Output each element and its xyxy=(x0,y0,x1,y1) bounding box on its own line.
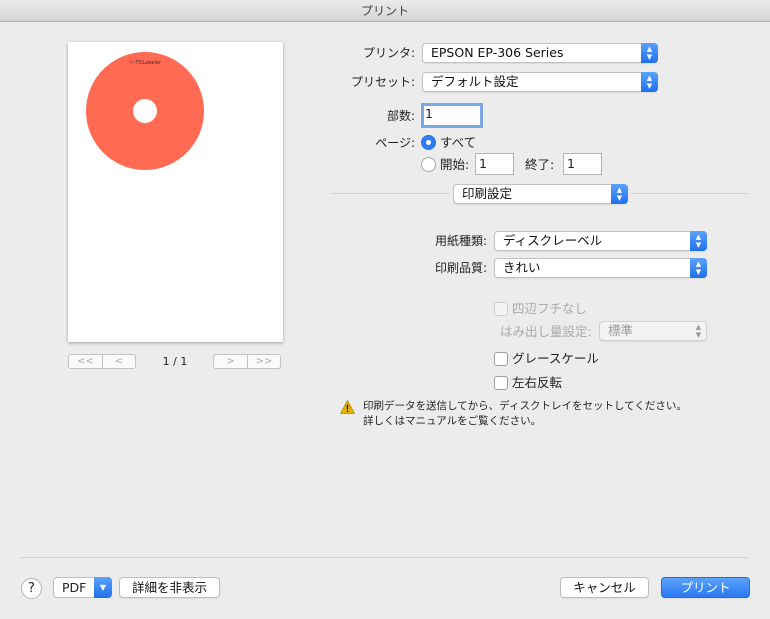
pages-label: ページ: xyxy=(375,136,415,150)
print-button[interactable]: プリント xyxy=(661,577,750,598)
expansion-value: 標準 xyxy=(608,323,634,338)
popup-arrows-icon: ▲ ▼ xyxy=(690,258,707,278)
print-quality-popup[interactable]: きれい ▲ ▼ xyxy=(494,258,707,278)
disc-label-text: ⓔ-TOLabeler xyxy=(129,60,161,66)
pages-to-field[interactable]: 1 xyxy=(563,153,602,175)
mirror-checkbox[interactable] xyxy=(494,376,508,390)
pdf-menu-button[interactable]: PDF ▼ xyxy=(53,577,112,598)
preset-value: デフォルト設定 xyxy=(431,74,519,89)
borderless-checkbox[interactable] xyxy=(494,302,508,316)
copies-field[interactable]: 1 xyxy=(421,103,483,128)
expansion-popup[interactable]: 標準 ▲ ▼ xyxy=(599,321,707,341)
copies-label: 部数: xyxy=(386,109,415,123)
borderless-label: 四辺フチなし xyxy=(512,301,588,316)
warning-line-1: 印刷データを送信してから、ディスクトレイをセットしてください。 xyxy=(363,400,687,412)
print-quality-label: 印刷品質: xyxy=(434,261,487,275)
hide-details-button[interactable]: 詳細を非表示 xyxy=(119,577,220,598)
media-type-popup[interactable]: ディスクレーベル ▲ ▼ xyxy=(494,231,707,251)
media-type-value: ディスクレーベル xyxy=(503,233,603,248)
section-separator-left xyxy=(330,193,450,194)
preset-popup[interactable]: デフォルト設定 ▲ ▼ xyxy=(422,72,658,92)
popup-arrows-icon: ▲ ▼ xyxy=(611,184,628,204)
printer-label: プリンタ: xyxy=(362,46,415,60)
page-indicator: 1 / 1 xyxy=(162,355,188,368)
first-page-button[interactable]: << xyxy=(69,355,102,368)
expansion-label: はみ出し量設定: xyxy=(500,324,592,339)
pages-from-label: 開始: xyxy=(440,157,470,172)
preview-nav-forward: > >> xyxy=(213,354,281,369)
disc-hole xyxy=(133,99,157,123)
preset-label: プリセット: xyxy=(350,75,415,89)
mirror-label: 左右反転 xyxy=(512,375,563,390)
next-page-button[interactable]: > xyxy=(214,355,247,368)
grayscale-checkbox[interactable] xyxy=(494,352,508,366)
warning-line-2: 詳しくはマニュアルをご覧ください。 xyxy=(363,415,542,427)
popup-arrows-icon: ▲ ▼ xyxy=(690,231,707,251)
cancel-button[interactable]: キャンセル xyxy=(560,577,649,598)
media-type-label: 用紙種類: xyxy=(434,234,487,248)
print-quality-value: きれい xyxy=(503,260,541,275)
popup-arrows-icon: ▲ ▼ xyxy=(641,43,658,63)
section-separator-right xyxy=(630,193,749,194)
popup-arrows-icon: ▲ ▼ xyxy=(641,72,658,92)
pages-all-radio[interactable] xyxy=(421,135,436,150)
preview-nav-back: << < xyxy=(68,354,136,369)
last-page-button[interactable]: >> xyxy=(247,355,280,368)
pages-to-label: 終了: xyxy=(525,157,555,172)
grayscale-label: グレースケール xyxy=(512,351,599,366)
pages-from-field[interactable]: 1 xyxy=(475,153,514,175)
printer-popup[interactable]: EPSON EP-306 Series ▲ ▼ xyxy=(422,43,658,63)
disc-label-preview: ⓔ-TOLabeler xyxy=(86,52,204,170)
chevron-down-icon: ▼ xyxy=(94,577,112,598)
section-value: 印刷設定 xyxy=(462,186,513,201)
warning-message: 印刷データを送信してから、ディスクトレイをセットしてください。 詳しくはマニュア… xyxy=(363,399,687,429)
pages-range-radio[interactable] xyxy=(421,157,436,172)
previous-page-button[interactable]: < xyxy=(102,355,135,368)
pdf-label: PDF xyxy=(62,580,87,595)
pages-all-label: すべて xyxy=(440,135,477,150)
print-preview-page: ⓔ-TOLabeler xyxy=(68,42,283,342)
popup-arrows-icon: ▲ ▼ xyxy=(695,323,702,339)
printer-value: EPSON EP-306 Series xyxy=(431,45,564,60)
window-title: プリント xyxy=(0,0,770,22)
footer-separator xyxy=(20,557,749,558)
help-button[interactable]: ? xyxy=(21,578,42,599)
warning-icon xyxy=(340,400,355,414)
section-popup[interactable]: 印刷設定 ▲ ▼ xyxy=(453,184,628,204)
